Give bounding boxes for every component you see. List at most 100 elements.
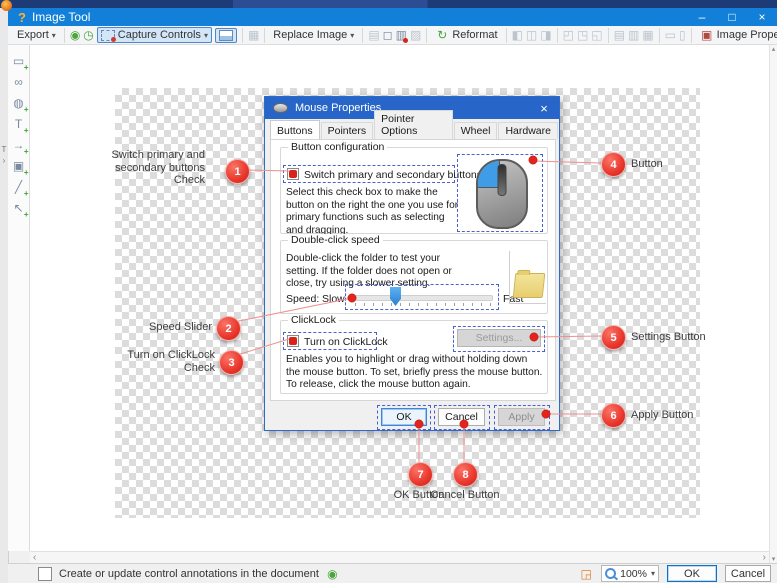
text-icon[interactable]: T	[11, 116, 27, 132]
callout-balloon-1[interactable]: 1	[225, 159, 250, 184]
clicklock-checkbox[interactable]	[287, 335, 299, 347]
align-right-icon[interactable]: ◨	[540, 28, 551, 42]
chevron-down-icon: ▾	[350, 31, 354, 40]
history-icon[interactable]: ◷	[83, 28, 93, 42]
align-left-icon[interactable]: ◧	[512, 28, 523, 42]
export-button[interactable]: Export ▾	[14, 28, 59, 42]
webcam-icon[interactable]: ◉	[70, 28, 80, 42]
create-annotations-checkbox[interactable]	[38, 567, 52, 581]
titlebar: ? Image Tool – □ ×	[8, 8, 777, 26]
align-top-icon[interactable]: ◰	[563, 28, 574, 42]
toolbar-separator	[64, 28, 65, 43]
copy-icon[interactable]: ▤	[368, 28, 379, 42]
button-config-description: Select this check box to make the button…	[286, 187, 460, 237]
horizontal-scrollbar[interactable]: ‹ ›	[30, 551, 769, 563]
speed-slider-track[interactable]	[355, 295, 493, 301]
reformat-label: Reformat	[452, 29, 497, 41]
toolbar-separator	[608, 28, 609, 43]
tab-pointer-options[interactable]: Pointer Options	[374, 110, 453, 139]
folder-test-area	[509, 251, 546, 304]
dialog-close-icon[interactable]: ×	[529, 97, 559, 119]
scroll-right-icon[interactable]: ›	[763, 552, 766, 563]
scroll-left-icon[interactable]: ‹	[33, 552, 36, 563]
tab-pointers[interactable]: Pointers	[321, 122, 374, 139]
align-middle-icon[interactable]: ◳	[577, 28, 588, 42]
toolbar-separator	[659, 28, 660, 43]
paste-icon[interactable]: ▥	[396, 28, 407, 42]
callout-balloon-4[interactable]: 4	[601, 152, 626, 177]
toolbar-separator	[362, 28, 363, 43]
tab-hardware[interactable]: Hardware	[498, 122, 558, 139]
image-properties-icon: ▣	[700, 28, 714, 42]
tab-wheel[interactable]: Wheel	[454, 122, 498, 139]
image-properties-label: Image Properties	[717, 29, 777, 41]
marquee-icon[interactable]: ◻	[383, 28, 393, 42]
callout-balloon-6[interactable]: 6	[601, 403, 626, 428]
close-button[interactable]: ×	[747, 8, 777, 26]
line-icon[interactable]: ╱	[11, 179, 27, 195]
scroll-down-icon[interactable]: ▾	[772, 555, 776, 563]
double-click-speed-group: Double-click speed Double-click the fold…	[280, 240, 548, 314]
reformat-button[interactable]: ↻ Reformat	[432, 27, 500, 43]
folder-icon[interactable]	[513, 273, 546, 298]
background-app-icon	[1, 0, 12, 11]
callout-balloon-5[interactable]: 5	[601, 325, 626, 350]
buttons-tab-panel: Button configuration Switch primary and …	[270, 139, 556, 401]
mouse-icon	[273, 103, 288, 113]
annotation-icon: ◉	[326, 567, 339, 581]
pointer-icon[interactable]: ↖	[11, 200, 27, 216]
fit-to-window-icon[interactable]: ◲	[579, 567, 593, 581]
capture-controls-button[interactable]: Capture Controls ▾	[97, 27, 212, 43]
same-size-icon[interactable]: ▦	[642, 28, 653, 42]
spacing-v-icon[interactable]: ▯	[679, 28, 686, 42]
align-bottom-icon[interactable]: ◱	[591, 28, 602, 42]
image-properties-button[interactable]: ▣ Image Properties	[697, 27, 777, 43]
settings-button[interactable]: Settings...	[457, 329, 541, 347]
statusbar-ok-button[interactable]: OK	[667, 565, 717, 582]
group-icon[interactable]: ▣	[11, 158, 27, 174]
cancel-button[interactable]: Cancel	[438, 408, 485, 426]
draw-region-icon[interactable]: ▭	[11, 53, 27, 69]
group-label: ClickLock	[288, 314, 339, 326]
toolbar-separator	[242, 28, 243, 43]
callout-balloon-8[interactable]: 8	[453, 462, 478, 487]
zoom-control[interactable]: 100% ▾	[601, 565, 659, 582]
arrow-shape-icon[interactable]: →	[11, 137, 27, 153]
callout-balloon-3[interactable]: 3	[219, 350, 244, 375]
link-icon[interactable]: ∞	[11, 74, 27, 90]
collapsed-panel-arrow-icon[interactable]: ›	[0, 156, 8, 165]
switch-buttons-checkbox[interactable]	[287, 168, 299, 180]
ok-button[interactable]: OK	[381, 408, 427, 426]
same-width-icon[interactable]: ▤	[614, 28, 625, 42]
capture-window-icon	[219, 30, 233, 41]
callout-label-4: Button	[631, 158, 663, 171]
toolbar-separator	[691, 28, 692, 43]
align-center-icon[interactable]: ◫	[526, 28, 537, 42]
mouse-properties-dialog: Mouse Properties × Buttons Pointers Poin…	[264, 96, 560, 431]
statusbar-cancel-button[interactable]: Cancel	[725, 565, 771, 582]
screen: T › ? Image Tool – □ × Export ▾ ◉ ◷ Capt…	[0, 0, 777, 583]
side-toolbar: ▭ ∞ ◍ T → ▣ ╱ ↖	[8, 45, 30, 551]
tab-buttons[interactable]: Buttons	[270, 120, 320, 139]
maximize-button[interactable]: □	[717, 8, 747, 26]
clicklock-group: ClickLock Turn on ClickLock Settings... …	[280, 320, 548, 394]
callout-balloon-2[interactable]: 2	[216, 316, 241, 341]
capture-single-button[interactable]	[215, 28, 237, 43]
scroll-up-icon[interactable]: ▴	[772, 45, 776, 53]
image-icon[interactable]: ▨	[410, 28, 421, 42]
status-bar: Create or update control annotations in …	[8, 563, 777, 583]
minimize-button[interactable]: –	[687, 8, 717, 26]
collapsed-panel-tab[interactable]: T	[0, 145, 8, 154]
button-configuration-group: Button configuration Switch primary and …	[280, 147, 548, 234]
spacing-h-icon[interactable]: ▭	[665, 28, 676, 42]
same-height-icon[interactable]: ▥	[628, 28, 639, 42]
replace-image-button[interactable]: Replace Image ▾	[270, 28, 357, 42]
clicklock-label: Turn on ClickLock	[304, 336, 388, 348]
apply-button[interactable]: Apply	[498, 408, 545, 426]
stamp-icon[interactable]: ▦	[248, 28, 259, 42]
callout-icon[interactable]: ◍	[11, 95, 27, 111]
export-label: Export	[17, 29, 49, 41]
vertical-scrollbar[interactable]: ▴ ▾	[769, 45, 777, 563]
callout-balloon-7[interactable]: 7	[408, 462, 433, 487]
selection-rect-speed-slider	[345, 284, 499, 310]
